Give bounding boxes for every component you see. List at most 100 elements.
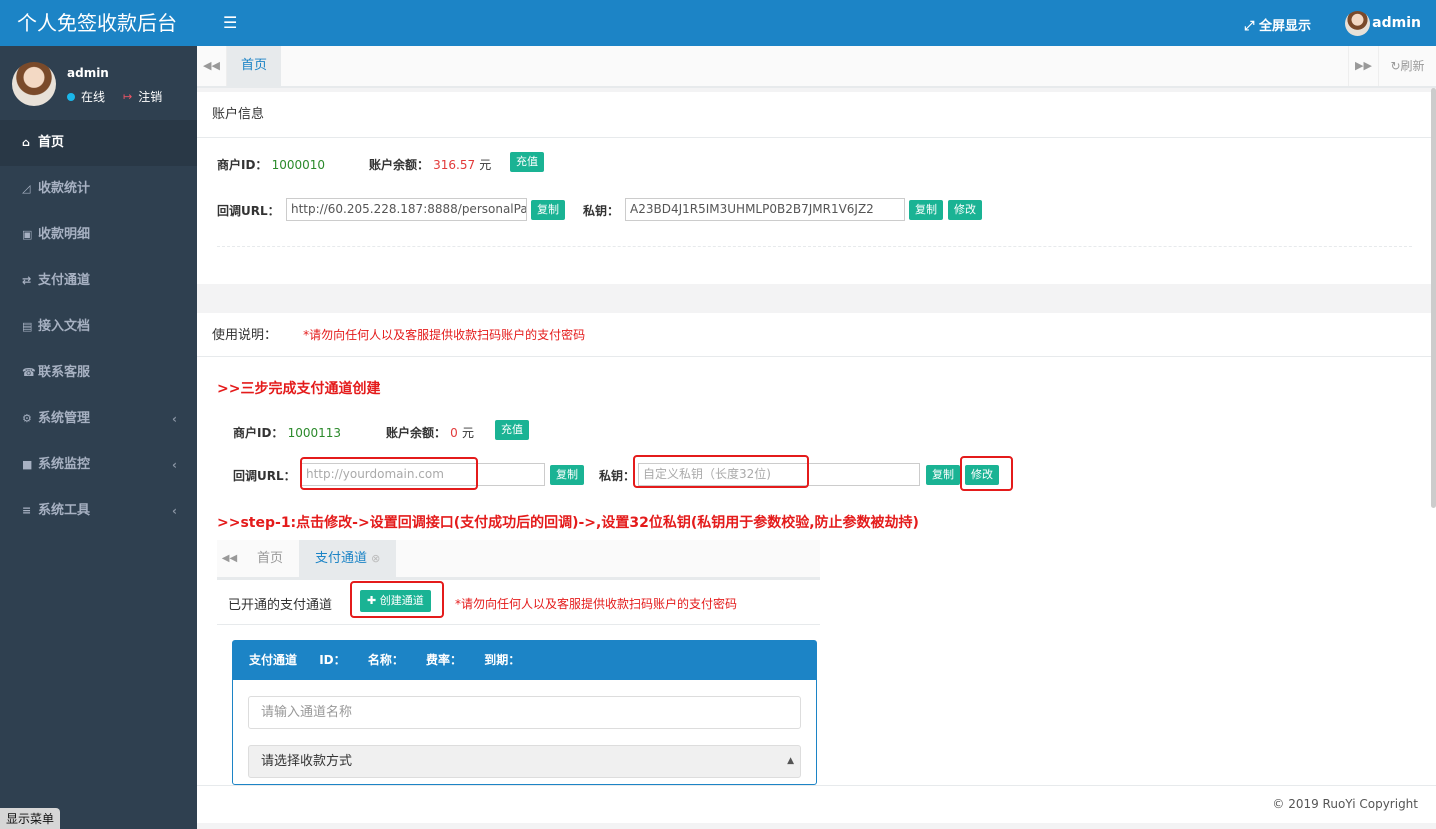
channel-card-header: 支付通道 ID： 名称： 费率： 到期： <box>233 641 816 680</box>
card-col-expiry: 到期： <box>484 653 521 667</box>
close-tab-icon[interactable]: ⊗ <box>371 552 380 565</box>
sidebar-item-label: 支付通道 <box>38 273 91 288</box>
sidebar-item-home[interactable]: ⌂ 首页 <box>0 120 197 166</box>
sidebar-item-system-admin[interactable]: ⚙ 系统管理 ‹ <box>0 396 197 442</box>
inner-tab-channel-label: 支付通道 <box>315 551 368 566</box>
channel-card: 支付通道 ID： 名称： 费率： 到期： 请输入通道名称 请选择收款方式 ▲▼ <box>232 640 817 785</box>
header-user[interactable]: admin <box>1372 15 1421 31</box>
inner-tab-channel[interactable]: 支付通道 ⊗ <box>299 540 397 577</box>
gear-icon: ⚙ <box>22 412 32 425</box>
user-status: 在线 ↦ 注销 <box>67 88 162 105</box>
merchant-id-value: 1000010 <box>271 158 326 172</box>
demo-copy-key-button[interactable]: 复制 <box>926 465 960 485</box>
sidebar-item-channels[interactable]: ⇄ 支付通道 <box>0 258 197 304</box>
demo-balance-unit: 元 <box>461 426 474 440</box>
user-name: admin <box>67 66 109 80</box>
demo-secret-key-label: 私钥： <box>599 469 636 483</box>
account-panel: 账户信息 商户ID： 1000010 账户余额： 316.57 元 充值 回调U… <box>197 92 1436 284</box>
area-chart-icon: ◿ <box>22 182 31 195</box>
sidebar-item-docs[interactable]: ▤ 接入文档 <box>0 304 197 350</box>
tab-home[interactable]: 首页 <box>227 46 282 86</box>
demo-copy-callback-button[interactable]: 复制 <box>550 465 584 485</box>
inner-tab-scroll-left-icon[interactable]: ◀◀ <box>217 540 242 577</box>
highlight-create <box>350 581 444 618</box>
demo-balance-value: 0 <box>450 426 458 440</box>
sidebar-item-label: 首页 <box>38 135 65 150</box>
inner-tab-home[interactable]: 首页 <box>245 540 295 577</box>
sidebar-item-label: 收款明细 <box>38 227 91 242</box>
online-label: 在线 <box>81 90 106 104</box>
secret-key-input[interactable]: A23BD4J1R5IM3UHMLP0B2B7JMR1V6JZ2 <box>625 198 905 221</box>
demo-merchant-id-value: 1000113 <box>287 426 342 440</box>
tab-scroll-left-icon[interactable]: ◀◀ <box>197 46 227 86</box>
sidebar-item-details[interactable]: ▣ 收款明细 <box>0 212 197 258</box>
merchant-id-label: 商户ID： <box>217 158 268 172</box>
demo-merchant-id-label: 商户ID： <box>233 426 284 440</box>
exchange-icon: ⇄ <box>22 274 32 287</box>
inner-warning: *请勿向任何人以及客服提供收款扫码账户的支付密码 <box>455 597 738 611</box>
sidebar-item-support[interactable]: ☎ 联系客服 <box>0 350 197 396</box>
tab-scroll-right-icon[interactable]: ▶▶ <box>1348 46 1378 86</box>
card-col-rate: 费率： <box>426 653 463 667</box>
divider <box>217 624 820 625</box>
demo-callback-url-label: 回调URL： <box>233 469 296 483</box>
card-col-id: ID： <box>319 653 346 667</box>
card-col-channel: 支付通道 <box>249 653 298 667</box>
refresh-button[interactable]: ↻刷新 <box>1378 46 1436 86</box>
menu-toggle-icon[interactable]: ☰ <box>223 13 237 32</box>
opened-channels-label: 已开通的支付通道 <box>228 598 333 613</box>
sidebar-item-label: 系统工具 <box>38 503 91 518</box>
avatar[interactable] <box>12 62 56 106</box>
sidebar-item-stats[interactable]: ◿ 收款统计 <box>0 166 197 212</box>
highlight-modify <box>960 456 1013 491</box>
page-scrollbar[interactable] <box>1431 88 1436 508</box>
highlight-key <box>633 455 809 488</box>
fullscreen-label: 全屏显示 <box>1258 19 1311 34</box>
expand-icon: ⤢ <box>1244 19 1259 34</box>
sidebar-item-label: 接入文档 <box>38 319 91 334</box>
copy-callback-button[interactable]: 复制 <box>531 200 565 220</box>
payment-method-select[interactable]: 请选择收款方式 ▲▼ <box>248 745 801 778</box>
sidebar: 个人免签收款后台 admin 在线 ↦ 注销 ⌂ 首页 ◿ 收款统计 ▣ 收款明细 ⇄… <box>0 0 197 829</box>
balance-value: 316.57 <box>433 158 476 172</box>
sidebar-item-label: 系统管理 <box>38 411 91 426</box>
sidebar-item-label: 联系客服 <box>38 365 91 380</box>
logout-icon[interactable]: ↦ <box>123 90 132 103</box>
logout-link[interactable]: 注销 <box>138 88 162 105</box>
copy-key-button[interactable]: 复制 <box>909 200 943 220</box>
guide-title: 使用说明： <box>212 328 278 343</box>
sidebar-item-monitor[interactable]: ■ 系统监控 ‹ <box>0 442 197 488</box>
recharge-button[interactable]: 充值 <box>510 152 544 172</box>
bars-icon: ≡ <box>22 504 32 517</box>
callback-url-label: 回调URL： <box>217 204 280 218</box>
select-caret-icon: ▲▼ <box>787 756 794 766</box>
sidebar-item-tools[interactable]: ≡ 系统工具 ‹ <box>0 488 197 534</box>
file-icon: ▤ <box>22 320 33 333</box>
footer: © 2019 RuoYi Copyright <box>197 785 1436 823</box>
balance-label: 账户余额： <box>369 158 430 172</box>
card-col-name: 名称： <box>367 653 404 667</box>
demo-balance-label: 账户余额： <box>386 426 447 440</box>
show-menu-button[interactable]: 显示菜单 <box>0 808 61 829</box>
chevron-left-icon: ‹ <box>172 412 177 426</box>
step1-instruction: >>step-1:点击修改->设置回调接口(支付成功后的回调)->,设置32位私… <box>217 515 919 531</box>
sidebar-item-label: 收款统计 <box>38 181 91 196</box>
demo-recharge-button[interactable]: 充值 <box>495 420 529 440</box>
refresh-label: 刷新 <box>1400 59 1425 73</box>
callback-url-input[interactable]: http://60.205.228.187:8888/personalPay <box>286 198 527 221</box>
chevron-left-icon: ‹ <box>172 504 177 518</box>
sidebar-nav: ⌂ 首页 ◿ 收款统计 ▣ 收款明细 ⇄ 支付通道 ▤ 接入文档 ☎ 联系客服 ⚙ 系统管理 ‹… <box>0 120 197 534</box>
user-panel: admin 在线 ↦ 注销 <box>0 46 197 120</box>
page-tabs: ◀◀ 首页 ▶▶ ↻刷新 <box>197 46 1436 88</box>
header-avatar[interactable] <box>1345 11 1370 36</box>
money-icon: ▣ <box>22 228 33 241</box>
modify-key-button[interactable]: 修改 <box>948 200 982 220</box>
fullscreen-button[interactable]: ⤢ 全屏显示 <box>1244 15 1311 34</box>
guide-warning: *请勿向任何人以及客服提供收款扫码账户的支付密码 <box>303 328 586 342</box>
account-panel-title: 账户信息 <box>197 92 1436 138</box>
main-content: 账户信息 商户ID： 1000010 账户余额： 316.57 元 充值 回调U… <box>197 88 1436 785</box>
channel-name-input[interactable]: 请输入通道名称 <box>248 696 801 729</box>
divider <box>217 246 1412 247</box>
highlight-callback <box>300 457 478 490</box>
online-dot-icon <box>67 92 75 101</box>
